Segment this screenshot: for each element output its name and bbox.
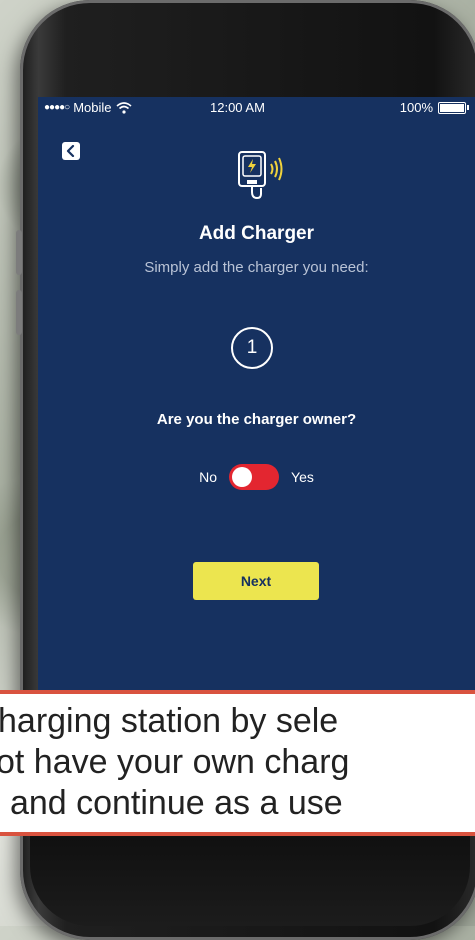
- toggle-knob: [232, 467, 253, 487]
- battery-icon: [438, 101, 466, 114]
- caption-banner: harging station by sele ot have your own…: [0, 690, 475, 836]
- volume-up-button: [16, 230, 22, 275]
- step-number: 1: [246, 337, 258, 358]
- status-bar: ●●●●○ Mobile 12:00 AM 100%: [38, 97, 475, 119]
- signal-icon: ●●●●○: [44, 102, 70, 113]
- caption-line-3: ' and continue as a use: [0, 784, 343, 822]
- app-screen: ●●●●○ Mobile 12:00 AM 100% Add Charger S…: [38, 97, 475, 699]
- wifi-icon: [115, 101, 132, 114]
- page-title: Add Charger: [198, 223, 315, 244]
- battery-tip: [467, 105, 469, 110]
- owner-toggle[interactable]: [229, 464, 280, 490]
- caption-line-2: ot have your own charg: [0, 743, 350, 781]
- carrier-label: Mobile: [73, 100, 112, 115]
- toggle-yes-label: Yes: [291, 469, 314, 485]
- phone-bottom: [30, 836, 470, 926]
- owner-toggle-row: No Yes: [38, 464, 475, 490]
- volume-down-button: [16, 290, 22, 335]
- toggle-no-label: No: [199, 469, 218, 485]
- status-left: ●●●●○ Mobile: [44, 100, 132, 115]
- page-subtitle: Simply add the charger you need:: [144, 259, 369, 276]
- status-time: 12:00 AM: [210, 100, 265, 115]
- caption-line-1: harging station by sele: [0, 702, 339, 740]
- charger-nfc-icon: [238, 151, 283, 200]
- next-button[interactable]: Next: [193, 562, 319, 600]
- battery-percent: 100%: [399, 100, 433, 115]
- status-right: 100%: [400, 100, 469, 115]
- owner-question: Are you the charger owner?: [156, 411, 357, 428]
- back-button[interactable]: [62, 142, 80, 160]
- back-chevron-icon: [66, 145, 75, 157]
- step-indicator: 1: [231, 327, 273, 369]
